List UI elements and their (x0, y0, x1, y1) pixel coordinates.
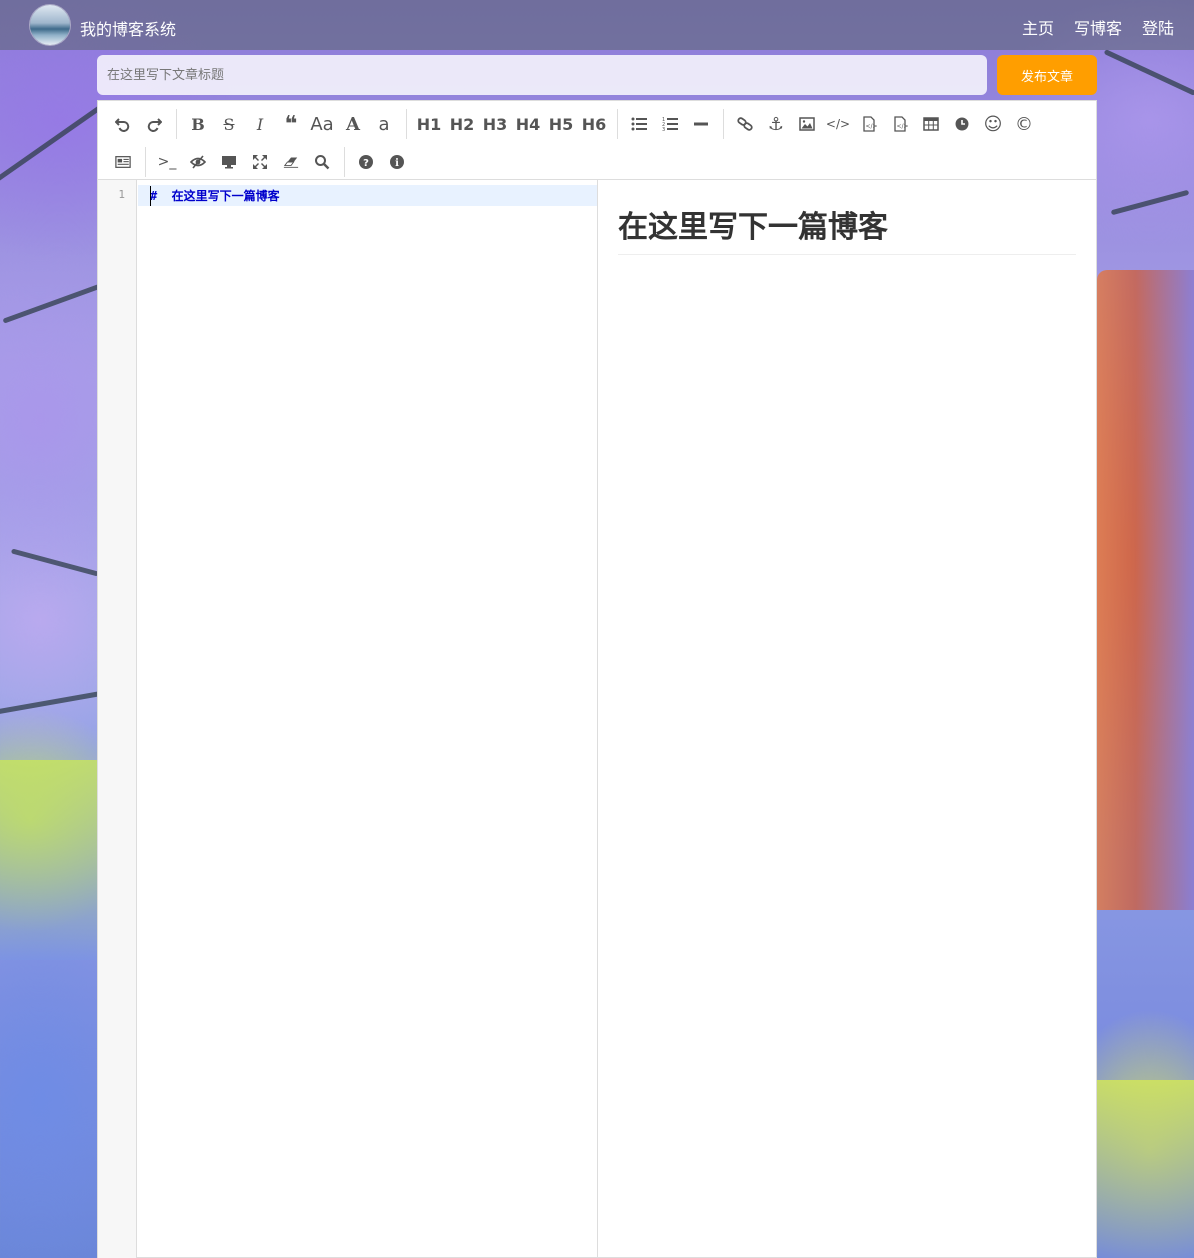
table-icon[interactable] (916, 109, 946, 139)
uppercase-icon[interactable]: Aa (307, 109, 337, 139)
site-logo (30, 5, 70, 45)
nav-links: 主页 写博客 登陆 (1022, 15, 1174, 39)
title-row: 发布文章 (97, 55, 1097, 95)
pagebreak-icon[interactable] (108, 147, 138, 177)
lowercase-icon[interactable]: a (369, 109, 399, 139)
article-title-input[interactable] (97, 55, 987, 95)
toolbar-row-1: B S I ❝ Aa A a H1 H2 H3 H4 H5 H6 123 ⚓ <… (108, 105, 1096, 143)
preformatted-code-icon[interactable]: </> (854, 109, 884, 139)
datetime-icon[interactable] (947, 109, 977, 139)
h6-button[interactable]: H6 (578, 109, 610, 139)
unordered-list-icon[interactable] (624, 109, 654, 139)
anchor-icon[interactable]: ⚓ (761, 109, 791, 139)
h4-button[interactable]: H4 (512, 109, 544, 139)
nav-link-login[interactable]: 登陆 (1142, 15, 1174, 39)
svg-text:?: ? (363, 158, 369, 169)
ordered-list-icon[interactable]: 123 (655, 109, 685, 139)
watch-icon[interactable] (183, 147, 213, 177)
h2-button[interactable]: H2 (446, 109, 478, 139)
preview-heading: 在这里写下一篇博客 (618, 202, 1076, 255)
site-title: 我的博客系统 (80, 20, 177, 39)
editor-panes: 1 # 在这里写下一篇博客 在这里写下一篇博客 (98, 180, 1096, 1258)
clear-icon[interactable] (276, 147, 306, 177)
markdown-preview: 在这里写下一篇博客 (618, 180, 1076, 1258)
fullscreen-icon[interactable] (245, 147, 275, 177)
undo-icon[interactable] (108, 109, 138, 139)
quote-icon[interactable]: ❝ (276, 109, 306, 139)
horizontal-rule-icon[interactable] (686, 109, 716, 139)
toolbar-row-2: >_ ? i (108, 143, 1096, 181)
toolbar-separator (344, 147, 345, 177)
pane-divider (597, 180, 598, 1258)
toolbar-separator (176, 109, 177, 139)
search-icon[interactable] (307, 147, 337, 177)
link-icon[interactable] (730, 109, 760, 139)
editor-toolbar: B S I ❝ Aa A a H1 H2 H3 H4 H5 H6 123 ⚓ <… (98, 101, 1096, 180)
top-nav: 我的博客系统 主页 写博客 登陆 (0, 0, 1194, 50)
goto-line-icon[interactable]: >_ (152, 147, 182, 177)
svg-text:3: 3 (662, 127, 665, 132)
line-number-gutter: 1 (98, 180, 137, 1258)
publish-button[interactable]: 发布文章 (997, 55, 1097, 95)
html-entities-icon[interactable]: © (1009, 109, 1039, 139)
markdown-code-area[interactable]: # 在这里写下一篇博客 (138, 180, 597, 1258)
nav-link-write-blog[interactable]: 写博客 (1074, 15, 1122, 39)
nav-link-home[interactable]: 主页 (1022, 15, 1054, 39)
h1-button[interactable]: H1 (413, 109, 445, 139)
toolbar-separator (617, 109, 618, 139)
code-icon[interactable]: </> (823, 109, 853, 139)
code-line: # 在这里写下一篇博客 (150, 189, 280, 203)
markdown-editor: B S I ❝ Aa A a H1 H2 H3 H4 H5 H6 123 ⚓ <… (97, 100, 1097, 1258)
svg-text:</>: </> (897, 123, 909, 130)
svg-text:i: i (395, 158, 399, 169)
line-number: 1 (118, 188, 125, 201)
ucfirst-icon[interactable]: A (338, 109, 368, 139)
h5-button[interactable]: H5 (545, 109, 577, 139)
toolbar-separator (145, 147, 146, 177)
redo-icon[interactable] (139, 109, 169, 139)
h3-button[interactable]: H3 (479, 109, 511, 139)
toolbar-separator (406, 109, 407, 139)
info-icon[interactable]: i (382, 147, 412, 177)
bold-icon[interactable]: B (183, 109, 213, 139)
code-block-icon[interactable]: </> (885, 109, 915, 139)
strikethrough-icon[interactable]: S (214, 109, 244, 139)
italic-icon[interactable]: I (245, 109, 275, 139)
text-cursor (150, 186, 151, 206)
preview-icon[interactable] (214, 147, 244, 177)
image-icon[interactable] (792, 109, 822, 139)
toolbar-separator (723, 109, 724, 139)
svg-text:</>: </> (866, 123, 878, 130)
emoji-icon[interactable]: ☺ (978, 109, 1008, 139)
help-icon[interactable]: ? (351, 147, 381, 177)
